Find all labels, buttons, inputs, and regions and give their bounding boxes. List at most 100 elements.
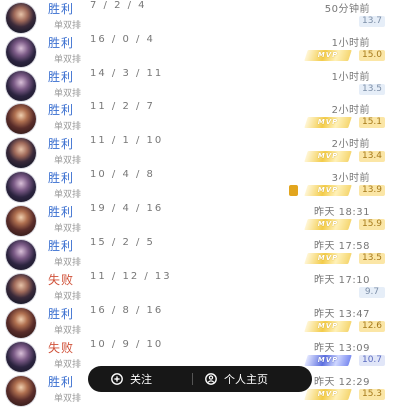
match-kda: 10 / 4 / 8: [90, 169, 155, 180]
hero-avatar: [6, 71, 36, 101]
mvp-label: MVP: [317, 390, 339, 398]
match-result: 胜利: [48, 103, 75, 117]
mvp-badge: MVP: [304, 151, 352, 162]
match-kda: 15 / 2 / 5: [90, 237, 155, 248]
match-mode: 单双排: [54, 190, 82, 200]
match-time: 1小时前: [331, 72, 370, 83]
match-kda: 14 / 3 / 11: [90, 68, 164, 79]
match-score-badge: 9.7: [359, 287, 385, 298]
match-row[interactable]: 胜利 11 / 2 / 7 单双排 2小时前 MVP 15.1: [0, 101, 400, 135]
mvp-badge: MVP: [304, 355, 352, 366]
mvp-badge: MVP: [304, 321, 352, 332]
mvp-label: MVP: [317, 356, 339, 364]
match-kda: 10 / 9 / 10: [90, 339, 164, 350]
match-result: 胜利: [48, 375, 75, 389]
match-mode: 单双排: [54, 326, 82, 336]
match-score-badge: 15.9: [359, 219, 385, 230]
hero-avatar: [6, 37, 36, 67]
match-row[interactable]: 胜利 16 / 8 / 16 单双排 昨天 13:47 MVP 12.6: [0, 305, 400, 339]
match-mode: 单双排: [54, 360, 82, 370]
mvp-label: MVP: [317, 152, 339, 160]
bottom-action-bar: 关注 个人主页: [88, 366, 312, 392]
hero-avatar: [6, 342, 36, 372]
mvp-badge: MVP: [304, 219, 352, 230]
match-mode: 单双排: [54, 258, 82, 268]
match-row[interactable]: 胜利 11 / 1 / 10 单双排 2小时前 MVP 13.4: [0, 135, 400, 169]
follow-label: 关注: [130, 373, 152, 386]
hero-avatar: [6, 138, 36, 168]
match-result: 失败: [48, 273, 75, 287]
match-kda: 16 / 8 / 16: [90, 305, 164, 316]
mvp-badge: MVP: [304, 389, 352, 400]
match-result: 胜利: [48, 239, 75, 253]
match-mode: 单双排: [54, 224, 82, 234]
match-score-badge: 13.5: [359, 84, 385, 95]
match-score-badge: 10.7: [359, 355, 385, 366]
match-time: 50分钟前: [324, 4, 370, 15]
match-kda: 11 / 12 / 13: [90, 271, 172, 282]
match-result: 胜利: [48, 137, 75, 151]
match-score-badge: 13.7: [359, 16, 385, 27]
match-mode: 单双排: [54, 122, 82, 132]
match-time: 昨天 13:47: [314, 309, 370, 320]
follow-icon: [111, 373, 123, 385]
match-score-badge: 15.3: [359, 389, 385, 400]
match-time: 2小时前: [331, 105, 370, 116]
match-row[interactable]: 胜利 19 / 4 / 16 单双排 昨天 18:31 MVP 15.9: [0, 203, 400, 237]
mvp-label: MVP: [317, 254, 339, 262]
match-mode: 单双排: [54, 55, 82, 65]
match-time: 昨天 17:10: [314, 275, 370, 286]
match-result: 胜利: [48, 307, 75, 321]
mvp-label: MVP: [317, 118, 339, 126]
mvp-badge: MVP: [304, 253, 352, 264]
mvp-badge: MVP: [304, 117, 352, 128]
hero-avatar: [6, 376, 36, 406]
mvp-label: MVP: [317, 322, 339, 330]
match-time: 2小时前: [331, 139, 370, 150]
match-score-badge: 13.9: [359, 185, 385, 196]
match-score-badge: 13.5: [359, 253, 385, 264]
match-row[interactable]: 胜利 10 / 4 / 8 单双排 3小时前 MVP 13.9: [0, 169, 400, 203]
match-time: 昨天 18:31: [314, 207, 370, 218]
hero-avatar: [6, 172, 36, 202]
profile-icon: [205, 373, 217, 385]
match-row[interactable]: 胜利 16 / 0 / 4 单双排 1小时前 MVP 15.0: [0, 34, 400, 68]
match-row[interactable]: 胜利 14 / 3 / 11 单双排 1小时前 13.5: [0, 68, 400, 102]
match-mode: 单双排: [54, 292, 82, 302]
match-time: 昨天 12:29: [314, 377, 370, 388]
mvp-label: MVP: [317, 220, 339, 228]
match-result: 失败: [48, 341, 75, 355]
match-kda: 7 / 2 / 4: [90, 0, 147, 11]
hero-avatar: [6, 274, 36, 304]
match-kda: 11 / 2 / 7: [90, 101, 155, 112]
profile-home-button[interactable]: 个人主页: [204, 366, 268, 392]
match-score-badge: 12.6: [359, 321, 385, 332]
match-score-badge: 13.4: [359, 151, 385, 162]
match-time: 昨天 13:09: [314, 343, 370, 354]
match-result: 胜利: [48, 70, 75, 84]
hero-avatar: [6, 240, 36, 270]
profile-home-label: 个人主页: [224, 373, 268, 386]
match-row[interactable]: 失败 11 / 12 / 13 单双排 昨天 17:10 9.7: [0, 271, 400, 305]
match-result: 胜利: [48, 36, 75, 50]
match-result: 胜利: [48, 205, 75, 219]
match-row[interactable]: 胜利 15 / 2 / 5 单双排 昨天 17:58 MVP 13.5: [0, 237, 400, 271]
mvp-badge: MVP: [304, 185, 352, 196]
mvp-badge: MVP: [304, 50, 352, 61]
match-kda: 11 / 1 / 10: [90, 135, 164, 146]
mvp-label: MVP: [317, 186, 339, 194]
follow-button[interactable]: 关注: [110, 366, 152, 392]
match-time: 昨天 17:58: [314, 241, 370, 252]
match-kda: 19 / 4 / 16: [90, 203, 164, 214]
match-mode: 单双排: [54, 89, 82, 99]
match-mode: 单双排: [54, 21, 82, 31]
match-row[interactable]: 胜利 7 / 2 / 4 单双排 50分钟前 13.7: [0, 0, 400, 34]
hero-avatar: [6, 3, 36, 33]
match-time: 1小时前: [331, 38, 370, 49]
match-score-badge: 15.1: [359, 117, 385, 128]
hero-avatar: [6, 206, 36, 236]
match-time: 3小时前: [331, 173, 370, 184]
match-mode: 单双排: [54, 394, 82, 404]
achievement-icon: [289, 185, 298, 196]
bar-divider: [192, 373, 193, 385]
